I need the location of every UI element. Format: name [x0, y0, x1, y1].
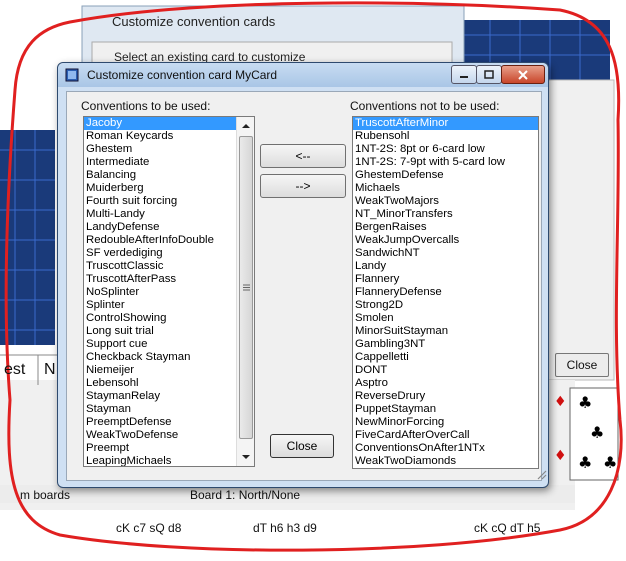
dialog-titlebar[interactable]: Customize convention card MyCard — [58, 63, 548, 87]
list-item[interactable]: DONT — [353, 364, 538, 377]
maximize-button[interactable] — [476, 65, 502, 84]
scroll-up-button[interactable] — [237, 117, 254, 134]
list-item[interactable]: Flannery — [353, 273, 538, 286]
list-item[interactable]: Fourth suit forcing — [84, 195, 254, 208]
list-item[interactable]: WeakTwoMajors — [353, 195, 538, 208]
list-item[interactable]: LeapingMichaels — [84, 455, 254, 466]
list-item[interactable]: FlanneryDefense — [353, 286, 538, 299]
list-item[interactable]: ControlShowing — [84, 312, 254, 325]
right-list-label: Conventions not to be used: — [350, 99, 500, 113]
list-item[interactable]: Asptro — [353, 377, 538, 390]
list-item[interactable]: 1NT-2S: 8pt or 6-card low — [353, 143, 538, 156]
list-item[interactable]: Jacoby — [84, 117, 254, 130]
hand-cards-west: cK c7 sQ d8 — [116, 521, 182, 535]
list-item[interactable]: Ghestem — [84, 143, 254, 156]
list-item[interactable]: Gambling3NT — [353, 338, 538, 351]
svg-text:♣: ♣ — [590, 423, 604, 442]
close-button[interactable]: Close — [270, 434, 334, 458]
remove-convention-button[interactable]: --> — [260, 174, 346, 198]
list-item[interactable]: Support cue — [84, 338, 254, 351]
conventions-not-used-list[interactable]: TruscottAfterMinor Rubensohl 1NT-2S: 8pt o… — [352, 116, 539, 469]
grip-lines-icon — [242, 284, 250, 291]
list-item[interactable]: Checkback Stayman — [84, 351, 254, 364]
list-item[interactable]: Stayman — [84, 403, 254, 416]
svg-text:♦: ♦ — [554, 448, 567, 464]
list-item[interactable]: Long suit trial — [84, 325, 254, 338]
hand-cards-north: dT h6 h3 d9 — [253, 521, 317, 535]
list-item[interactable]: Niemeijer — [84, 364, 254, 377]
left-list-scrollbar[interactable] — [236, 117, 254, 466]
list-item[interactable]: PuppetStayman — [353, 403, 538, 416]
list-item[interactable]: StaymanRelay — [84, 390, 254, 403]
list-item[interactable]: 1NT-2S: 7-9pt with 5-card low — [353, 156, 538, 169]
status-board-info: Board 1: North/None — [190, 488, 301, 502]
list-item[interactable]: Cappelletti — [353, 351, 538, 364]
conventions-used-list[interactable]: Jacoby Roman Keycards Ghestem Intermediate B… — [83, 116, 255, 467]
list-item[interactable]: Rubensohl — [353, 130, 538, 143]
left-list-label: Conventions to be used: — [81, 99, 211, 113]
chevron-up-icon — [241, 123, 250, 128]
list-item[interactable]: Strong2D — [353, 299, 538, 312]
list-item[interactable]: WeakTwoDefense — [84, 429, 254, 442]
list-item[interactable]: BergenRaises — [353, 221, 538, 234]
seat-label-north: N — [44, 361, 56, 378]
list-item[interactable]: PreemptDefense — [84, 416, 254, 429]
list-item[interactable]: NT_MinorTransfers — [353, 208, 538, 221]
background-window-title: Customize convention cards — [112, 14, 276, 29]
list-item[interactable]: Balancing — [84, 169, 254, 182]
minimize-icon — [460, 75, 468, 78]
minimize-button[interactable] — [451, 65, 477, 84]
svg-text:♣: ♣ — [578, 393, 592, 412]
hand-cards-east: cK cQ dT h5 — [474, 521, 541, 535]
list-item[interactable]: Michaels — [353, 182, 538, 195]
list-item[interactable]: NoSplinter — [84, 286, 254, 299]
seat-label-west: est — [4, 361, 26, 378]
status-boards: m boards — [20, 488, 71, 502]
resize-grip-icon[interactable] — [535, 468, 547, 480]
close-icon — [518, 69, 528, 80]
list-item[interactable]: Smolen — [353, 312, 538, 325]
list-item[interactable]: Muiderberg — [84, 182, 254, 195]
list-item[interactable]: SF verdediging — [84, 247, 254, 260]
list-item[interactable]: MinorSuitStayman — [353, 325, 538, 338]
list-item[interactable]: Lebensohl — [84, 377, 254, 390]
chevron-down-icon — [241, 454, 250, 459]
customize-dialog: Customize convention card MyCard Convent… — [57, 62, 549, 488]
list-item[interactable]: ReverseDrury — [353, 390, 538, 403]
list-item[interactable]: TruscottClassic — [84, 260, 254, 273]
window-close-button[interactable] — [501, 65, 545, 84]
list-item[interactable]: Splinter — [84, 299, 254, 312]
list-item[interactable]: LandyDefense — [84, 221, 254, 234]
list-item[interactable]: Roman Keycards — [84, 130, 254, 143]
list-item[interactable]: FiveCardAfterOverCall — [353, 429, 538, 442]
app-icon — [65, 68, 79, 82]
maximize-icon — [484, 69, 494, 79]
list-item[interactable]: GhestemDefense — [353, 169, 538, 182]
list-item[interactable]: SandwichNT — [353, 247, 538, 260]
list-item[interactable]: RedoubleAfterInfoDouble — [84, 234, 254, 247]
list-item[interactable]: TruscottAfterMinor — [353, 117, 538, 130]
svg-text:♣: ♣ — [578, 453, 592, 472]
list-item[interactable]: NewMinorForcing — [353, 416, 538, 429]
list-item[interactable]: Multi-Landy — [84, 208, 254, 221]
scroll-thumb[interactable] — [239, 136, 253, 439]
scroll-down-button[interactable] — [237, 448, 254, 465]
svg-text:♦: ♦ — [554, 394, 567, 410]
list-item[interactable]: Landy — [353, 260, 538, 273]
list-item[interactable]: TruscottAfterPass — [84, 273, 254, 286]
list-item[interactable]: Preempt — [84, 442, 254, 455]
list-item[interactable]: WeakJumpOvercalls — [353, 234, 538, 247]
list-item[interactable]: ConventionsOnAfter1NTx — [353, 442, 538, 455]
add-convention-button[interactable]: <-- — [260, 144, 346, 168]
list-item[interactable]: Intermediate — [84, 156, 254, 169]
dialog-title: Customize convention card MyCard — [87, 68, 278, 82]
dialog-client-area: Conventions to be used: Conventions not … — [66, 91, 547, 481]
list-item[interactable]: WeakTwoDiamonds — [353, 455, 538, 468]
background-close-button[interactable]: Close — [555, 353, 609, 377]
svg-text:♣: ♣ — [603, 453, 617, 472]
